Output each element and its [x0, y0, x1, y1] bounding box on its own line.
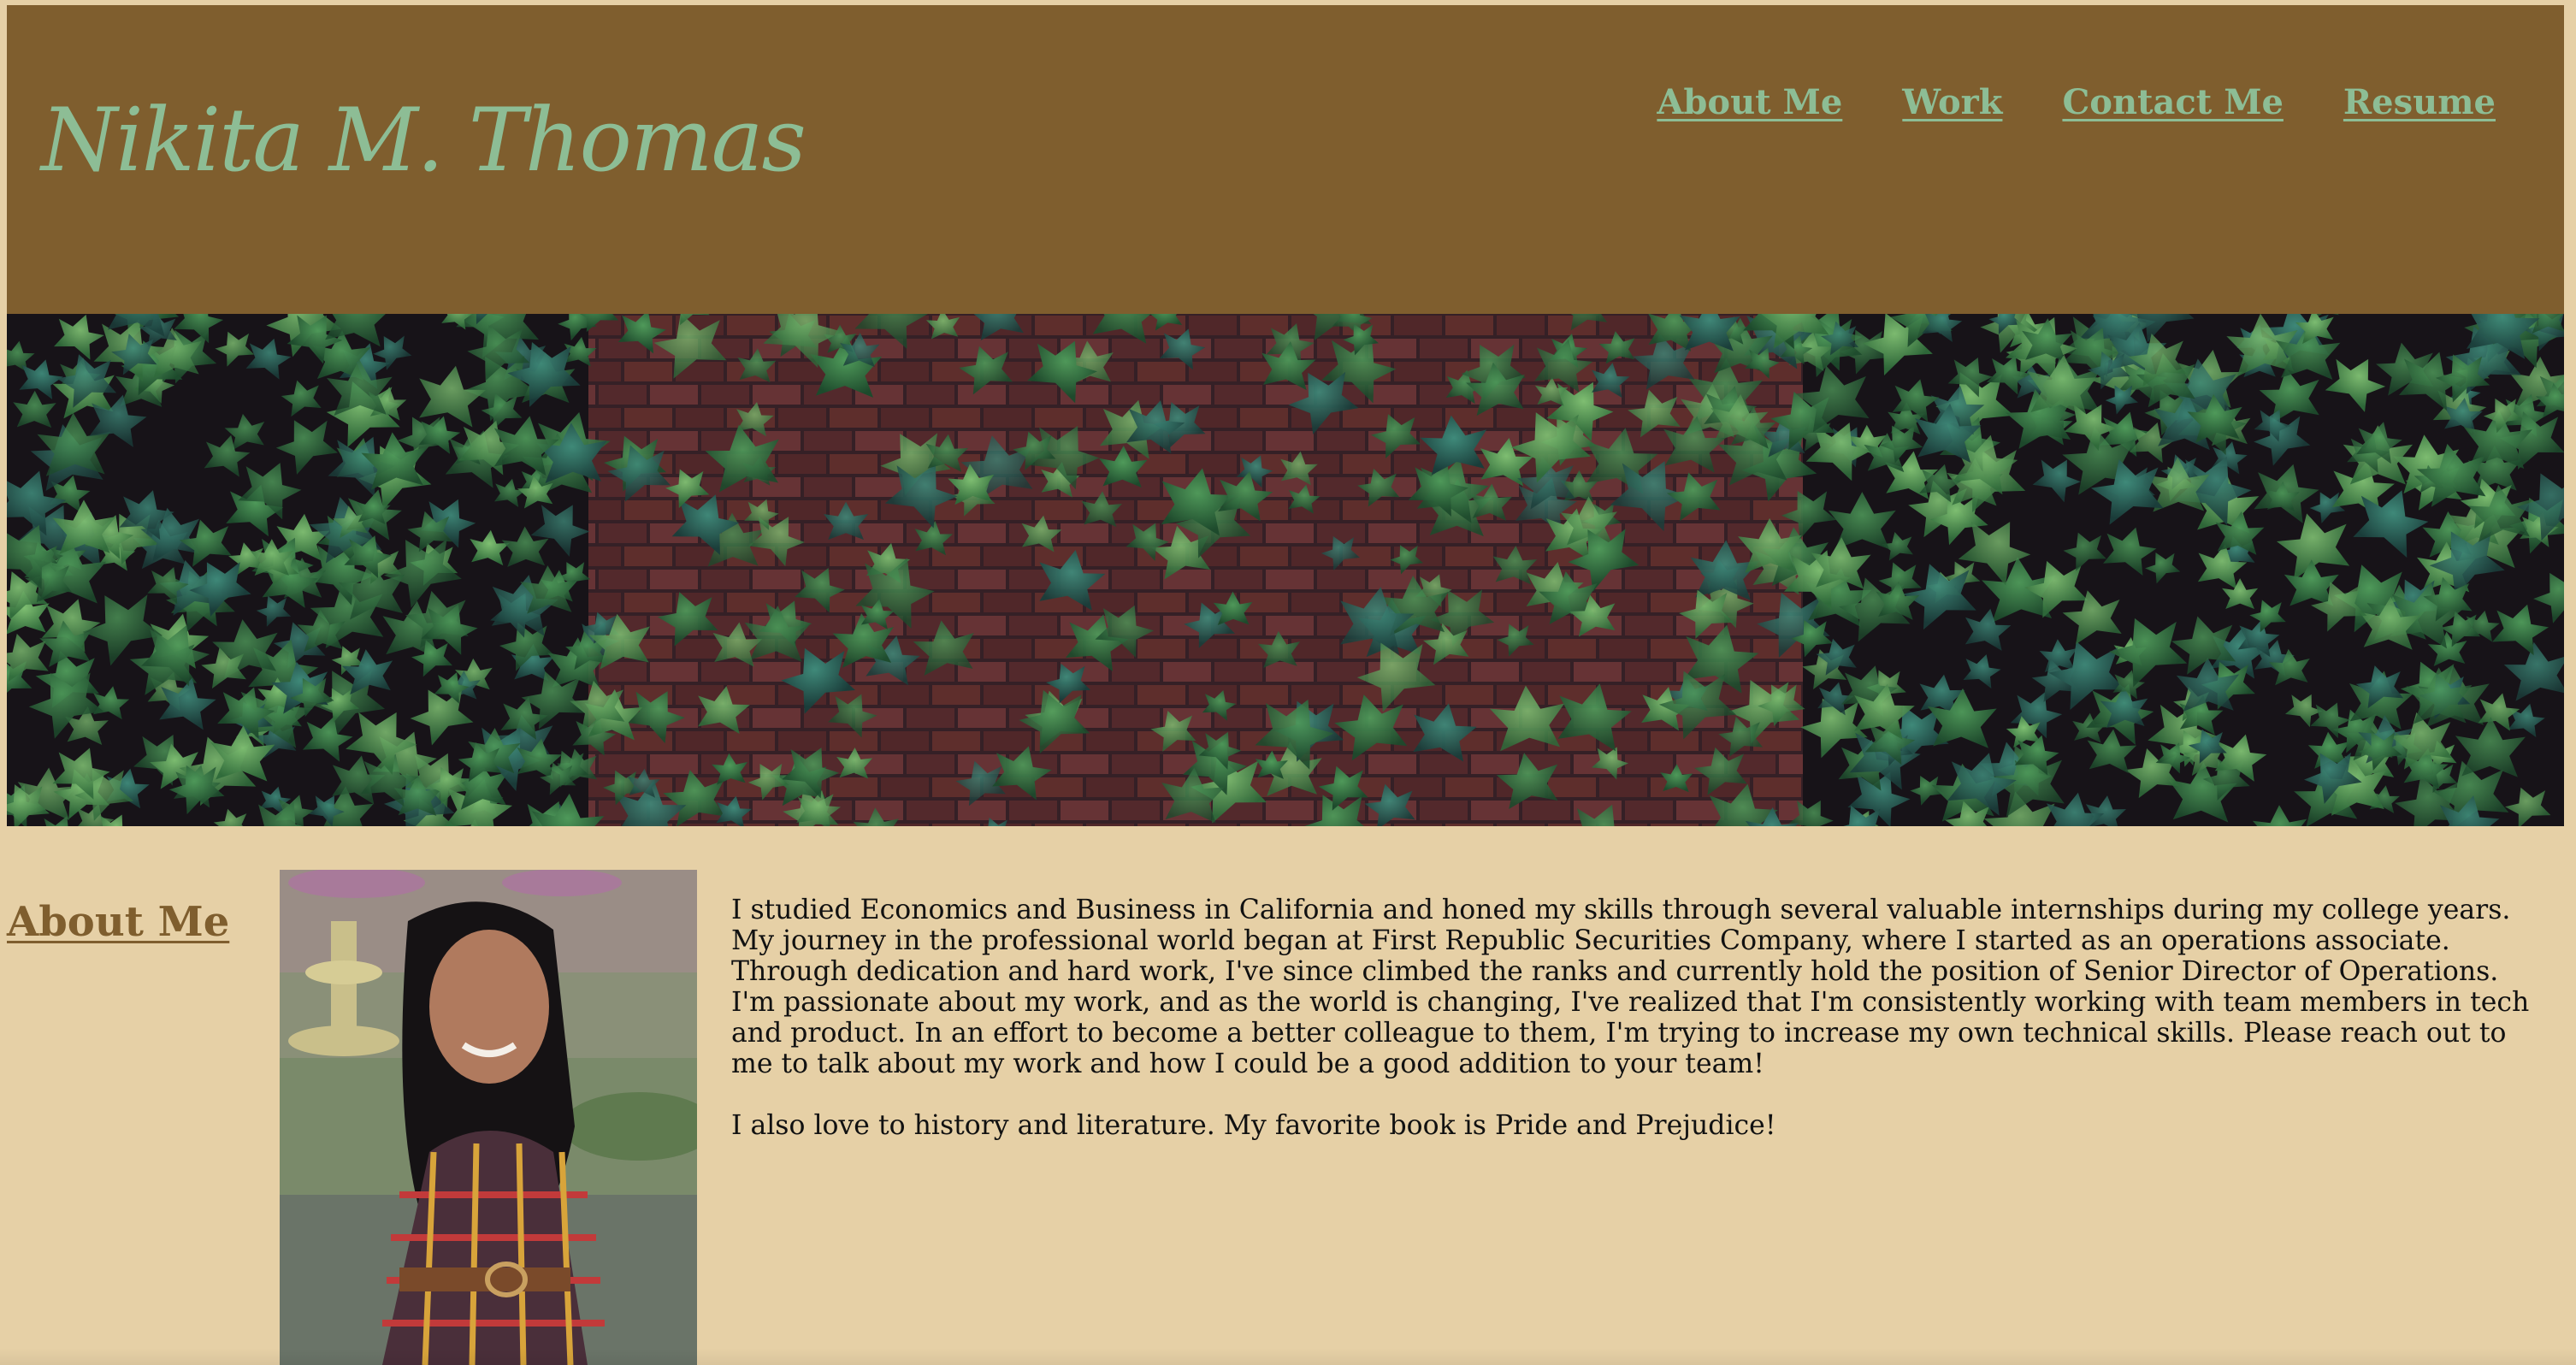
site-header: Nikita M. Thomas About Me Work Contact M… — [7, 5, 2564, 314]
ivy-brick-illustration — [7, 314, 2564, 826]
portrait-illustration — [280, 870, 697, 1365]
nav-link-contact-me[interactable]: Contact Me — [2062, 82, 2283, 122]
about-me-bio: I studied Economics and Business in Cali… — [731, 895, 2536, 1172]
hero-banner-image — [7, 314, 2564, 826]
page: Nikita M. Thomas About Me Work Contact M… — [0, 0, 2576, 1365]
nav-link-about-me[interactable]: About Me — [1657, 82, 1842, 122]
nav-link-resume[interactable]: Resume — [2343, 82, 2496, 122]
bottom-shadow — [0, 1348, 2576, 1365]
portrait-photo — [280, 870, 697, 1365]
about-me-heading: About Me — [7, 898, 230, 946]
nav-link-work[interactable]: Work — [1902, 82, 2002, 122]
site-title: Nikita M. Thomas — [41, 90, 806, 192]
bio-paragraph: I also love to history and literature. M… — [731, 1110, 1776, 1141]
bio-paragraph: I studied Economics and Business in Cali… — [731, 895, 2530, 1079]
main-nav: About Me Work Contact Me Resume — [1657, 82, 2496, 122]
